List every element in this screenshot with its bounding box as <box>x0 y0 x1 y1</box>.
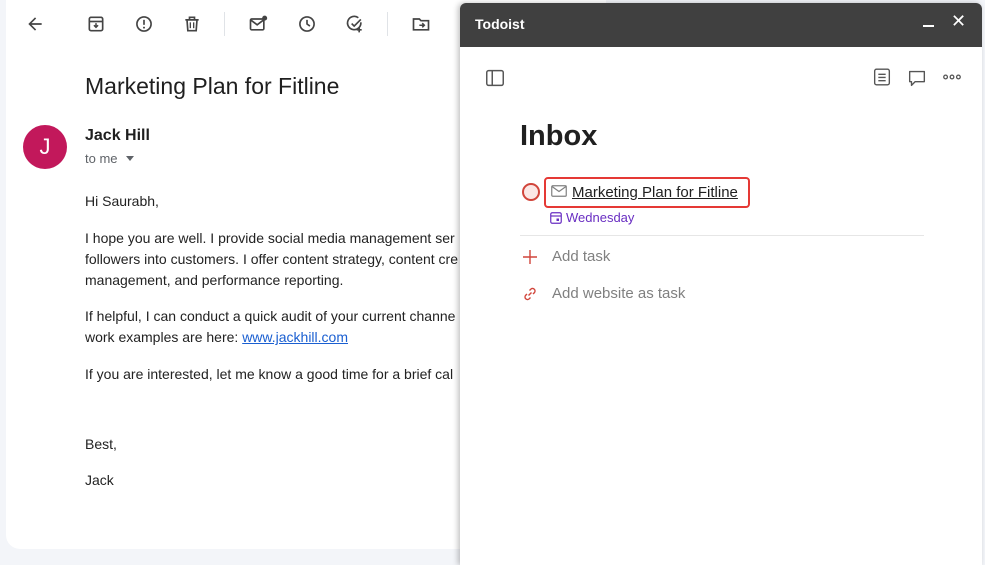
email-signature: Jack <box>85 472 114 488</box>
avatar[interactable]: J <box>23 125 67 169</box>
sidebar-toggle-icon[interactable] <box>483 66 507 90</box>
recipient-label: to me <box>85 151 118 166</box>
todoist-window-title: Todoist <box>475 16 525 32</box>
link-icon <box>524 287 536 300</box>
toolbar-divider <box>224 12 225 36</box>
toolbar-divider <box>387 12 388 36</box>
sender-name: Jack Hill <box>85 127 150 144</box>
email-greeting: Hi Saurabh, <box>85 193 159 209</box>
task-complete-checkbox[interactable] <box>522 183 540 201</box>
more-options-icon[interactable] <box>940 65 964 89</box>
archive-icon[interactable] <box>84 12 108 36</box>
snooze-icon[interactable] <box>295 12 319 36</box>
email-paragraph-line: If helpful, I can conduct a quick audit … <box>85 308 456 324</box>
todoist-panel: Todoist ✕ Inbox Marketing Plan for Fitli… <box>460 3 982 565</box>
delete-icon[interactable] <box>180 12 204 36</box>
minimize-icon[interactable] <box>923 25 934 27</box>
email-paragraph-line: management, and performance reporting. <box>85 272 344 288</box>
mark-unread-icon[interactable] <box>246 12 270 36</box>
page-title: Inbox <box>520 120 598 152</box>
move-to-icon[interactable] <box>409 12 433 36</box>
add-website-label: Add website as task <box>552 285 686 302</box>
report-spam-icon[interactable] <box>132 12 156 36</box>
mail-icon <box>551 185 567 197</box>
email-paragraph-line: I hope you are well. I provide social me… <box>85 230 455 246</box>
plus-icon <box>523 249 537 264</box>
add-to-tasks-icon[interactable] <box>343 12 367 36</box>
todoist-titlebar: Todoist ✕ <box>460 3 982 47</box>
chevron-down-icon <box>125 156 134 161</box>
calendar-icon <box>550 212 562 224</box>
add-task-button[interactable]: Add task <box>522 248 610 265</box>
email-paragraph-line: work examples are here: www.jackhill.com <box>85 327 348 348</box>
comments-icon[interactable] <box>905 66 929 90</box>
email-paragraph-line: If you are interested, let me know a goo… <box>85 366 454 382</box>
add-website-task-button[interactable]: Add website as task <box>522 285 685 302</box>
email-subject: Marketing Plan for Fitline <box>85 73 340 99</box>
website-link[interactable]: www.jackhill.com <box>242 329 348 345</box>
close-icon[interactable]: ✕ <box>951 11 966 31</box>
email-paragraph-line: followers into customers. I offer conten… <box>85 251 458 267</box>
task-due-date[interactable]: Wednesday <box>566 210 634 225</box>
view-options-icon[interactable] <box>870 65 894 89</box>
email-closing: Best, <box>85 436 117 452</box>
task-divider <box>520 235 924 236</box>
email-text: work examples are here: <box>85 329 243 345</box>
back-arrow-icon[interactable] <box>23 12 47 36</box>
recipient-details[interactable]: to me <box>85 151 134 166</box>
add-task-label: Add task <box>552 248 611 265</box>
task-title-link[interactable]: Marketing Plan for Fitline <box>572 184 738 201</box>
